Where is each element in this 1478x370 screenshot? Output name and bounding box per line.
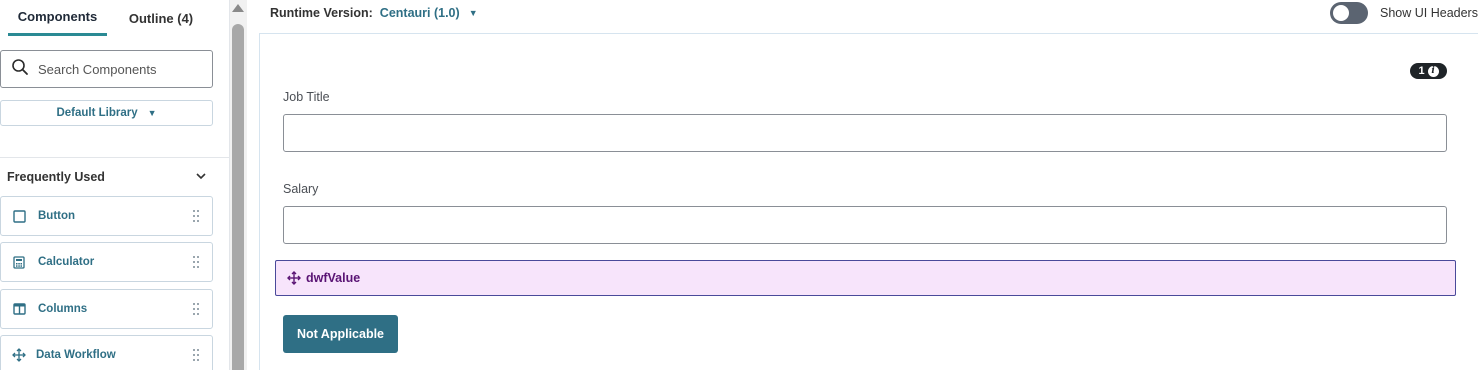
form-canvas — [259, 33, 1478, 370]
chevron-down-icon[interactable] — [195, 170, 207, 185]
counter-badge[interactable]: 1 i — [1410, 63, 1447, 79]
panel-scrollbar[interactable] — [230, 0, 247, 370]
not-applicable-button[interactable]: Not Applicable — [283, 315, 398, 353]
ui-headers-toggle[interactable] — [1330, 2, 1368, 24]
ui-headers-label: Show UI Headers — [1380, 6, 1478, 20]
component-label: Data Workflow — [36, 349, 116, 361]
salary-label: Salary — [283, 182, 319, 196]
columns-icon — [12, 302, 26, 316]
search-box[interactable] — [0, 50, 213, 88]
component-data-workflow[interactable]: Data Workflow — [0, 335, 213, 370]
calculator-icon — [12, 255, 26, 269]
component-label: Columns — [38, 303, 88, 315]
drag-handle-icon[interactable] — [192, 348, 200, 365]
divider — [0, 157, 230, 158]
caret-down-icon: ▼ — [147, 108, 157, 118]
components-panel: Components Outline (4) Default Library ▼… — [0, 0, 230, 370]
drag-handle-icon[interactable] — [192, 209, 200, 226]
job-title-input[interactable] — [283, 114, 1447, 152]
info-icon: i — [1427, 65, 1439, 77]
library-dropdown[interactable]: Default Library ▼ — [0, 100, 213, 126]
frequently-used-header[interactable]: Frequently Used — [7, 170, 212, 186]
search-icon — [11, 58, 29, 81]
component-label: Calculator — [38, 256, 95, 268]
component-label: Button — [38, 210, 76, 222]
tab-outline[interactable]: Outline (4) — [118, 0, 204, 36]
scroll-up-arrow-icon[interactable] — [232, 4, 244, 12]
dwf-value-component[interactable]: dwfValue — [275, 260, 1456, 296]
library-selected-label: Default Library — [56, 107, 138, 119]
panel-tabs: Components Outline (4) — [0, 0, 230, 38]
drag-handle-icon[interactable] — [192, 302, 200, 319]
runtime-value[interactable]: Centauri (1.0) — [380, 6, 460, 20]
badge-count: 1 — [1418, 65, 1425, 77]
component-button[interactable]: Button — [0, 196, 213, 236]
search-input[interactable] — [38, 61, 208, 77]
button-square-icon — [12, 209, 26, 223]
component-columns[interactable]: Columns — [0, 289, 213, 329]
scroll-thumb[interactable] — [232, 24, 244, 370]
move-arrows-icon[interactable] — [287, 271, 301, 285]
move-arrows-icon — [12, 348, 26, 362]
tab-components[interactable]: Components — [8, 0, 107, 36]
runtime-label: Runtime Version: — [270, 6, 373, 20]
caret-down-icon[interactable]: ▼ — [469, 8, 478, 18]
job-title-label: Job Title — [283, 90, 330, 104]
toggle-knob — [1333, 5, 1349, 21]
section-title: Frequently Used — [7, 170, 105, 184]
runtime-version-selector[interactable]: Runtime Version: Centauri (1.0) ▼ — [270, 6, 478, 20]
drag-handle-icon[interactable] — [192, 255, 200, 272]
dwf-label: dwfValue — [306, 271, 361, 285]
show-ui-headers-control[interactable]: Show UI Headers — [1330, 2, 1478, 24]
component-calculator[interactable]: Calculator — [0, 242, 213, 282]
salary-input[interactable] — [283, 206, 1447, 244]
